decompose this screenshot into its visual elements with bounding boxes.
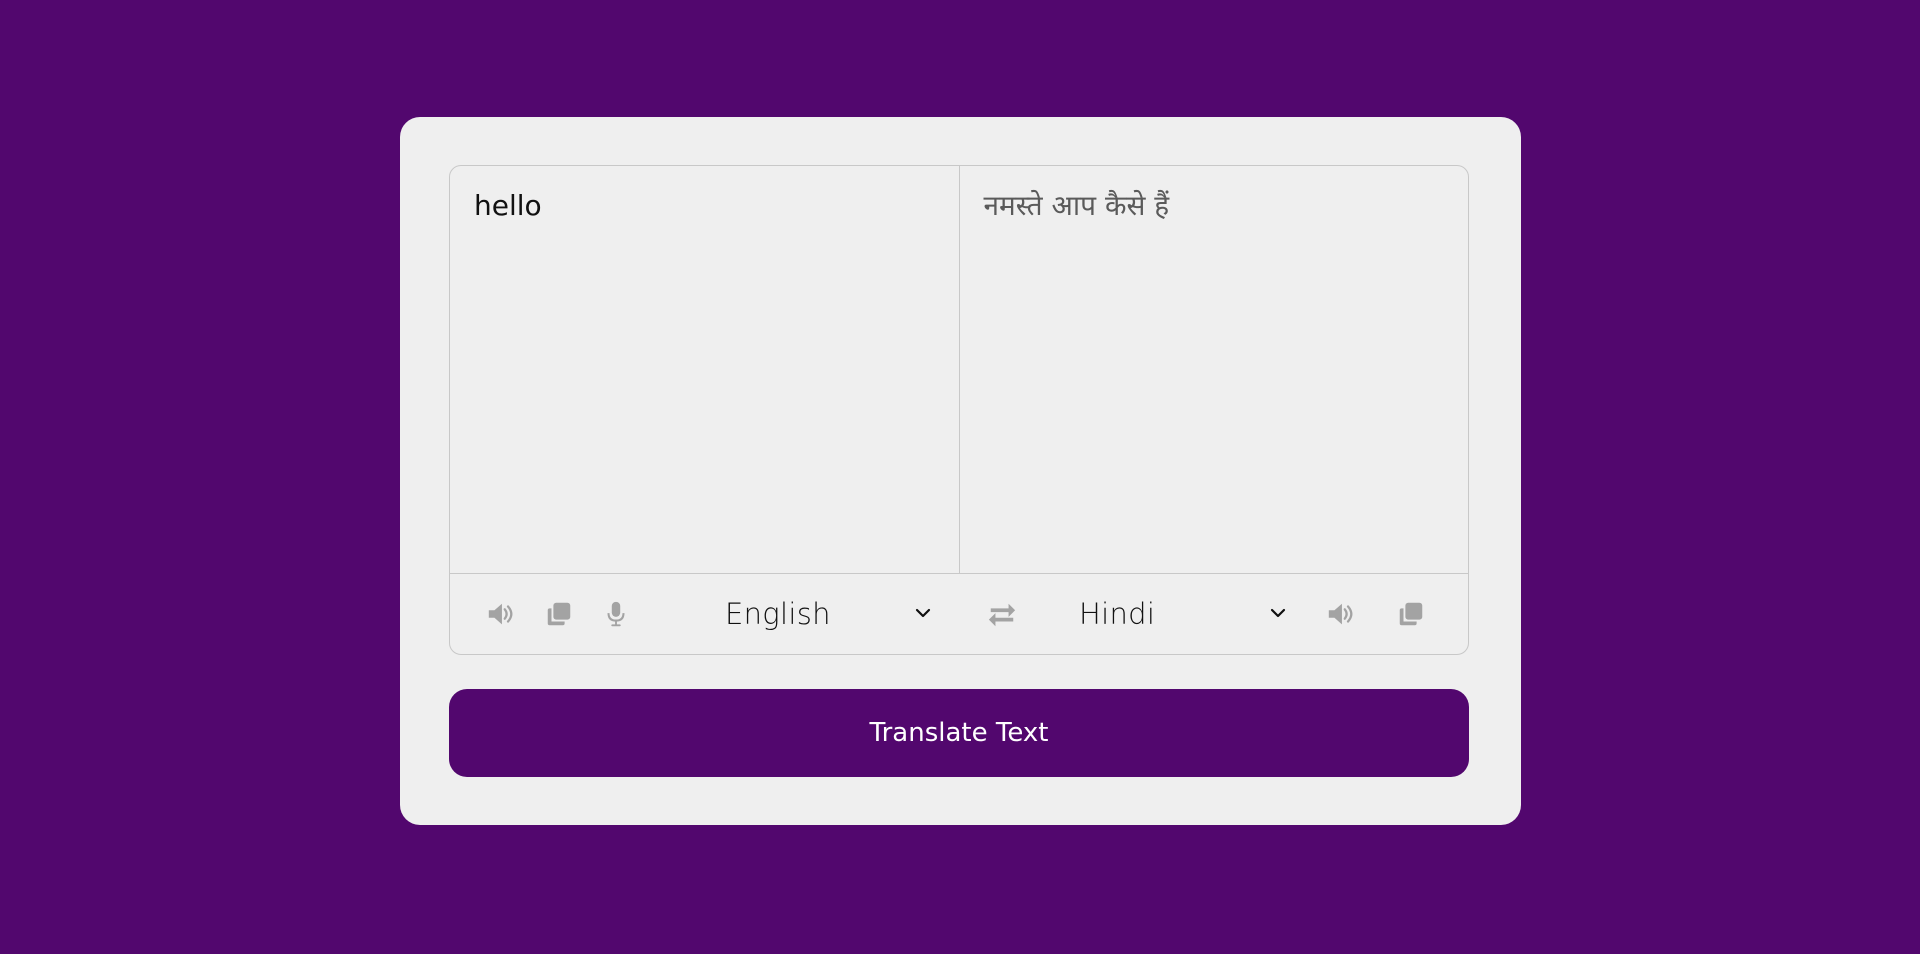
copy-icon [1399, 602, 1423, 626]
from-language-chevron-down-icon[interactable] [913, 603, 933, 623]
from-language-label: English [725, 597, 831, 631]
chevron-down-icon [915, 608, 931, 618]
to-language-chevron-down-icon[interactable] [1268, 603, 1288, 623]
from-copy-icon[interactable] [541, 573, 577, 654]
translate-button[interactable]: Translate Text [449, 689, 1469, 777]
chevron-down-icon [1270, 608, 1286, 618]
translator-card: hello नमस्ते आप कैसे हैं English Hindi T… [400, 117, 1521, 825]
swap-languages-icon[interactable] [984, 573, 1020, 654]
exchange-icon [988, 603, 1016, 627]
translator-panel: hello नमस्ते आप कैसे हैं English Hindi [449, 165, 1469, 655]
text-areas: hello नमस्ते आप कैसे हैं [450, 166, 1468, 574]
to-copy-icon[interactable] [1393, 573, 1429, 654]
from-microphone-icon[interactable] [598, 573, 634, 654]
to-text-output[interactable]: नमस्ते आप कैसे हैं [959, 166, 1468, 573]
to-volume-icon[interactable] [1323, 573, 1359, 654]
controls-row: English Hindi [450, 573, 1468, 654]
volume-icon [1328, 603, 1353, 625]
to-language-select[interactable]: Hindi [1079, 573, 1279, 654]
from-language-select[interactable]: English [725, 573, 925, 654]
copy-icon [547, 602, 571, 626]
to-language-label: Hindi [1079, 597, 1156, 631]
from-volume-icon[interactable] [483, 573, 519, 654]
volume-icon [488, 603, 513, 625]
from-text-input[interactable]: hello [450, 166, 960, 573]
microphone-icon [607, 601, 625, 627]
